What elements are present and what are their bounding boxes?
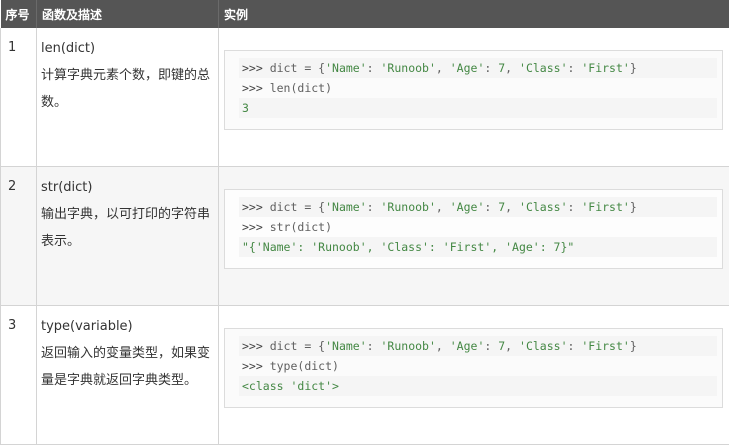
table-header-row: 序号 函数及描述 实例: [1, 0, 729, 28]
header-description: 函数及描述: [37, 0, 219, 28]
function-name: str(dict): [41, 179, 214, 197]
header-index: 序号: [1, 0, 37, 28]
table-row: 2 str(dict) 输出字典，以可打印的字符串表示。 >>> dict = …: [1, 167, 729, 306]
code-line: >>> dict = {'Name': 'Runoob', 'Age': 7, …: [239, 336, 717, 356]
code-output: "{'Name': 'Runoob', 'Class': 'First', 'A…: [239, 237, 717, 257]
row-description-cell: str(dict) 输出字典，以可打印的字符串表示。: [37, 167, 219, 306]
row-index: 3: [1, 306, 37, 445]
row-example-cell: >>> dict = {'Name': 'Runoob', 'Age': 7, …: [219, 28, 729, 167]
code-line: >>> dict = {'Name': 'Runoob', 'Age': 7, …: [239, 58, 717, 78]
code-block[interactable]: >>> dict = {'Name': 'Runoob', 'Age': 7, …: [224, 50, 723, 130]
code-line: >>> dict = {'Name': 'Runoob', 'Age': 7, …: [239, 197, 717, 217]
code-line: >>> str(dict): [242, 217, 722, 237]
table-row: 1 len(dict) 计算字典元素个数，即键的总数。 >>> dict = {…: [1, 28, 729, 167]
code-output: <class 'dict'>: [239, 376, 717, 396]
row-example-cell: >>> dict = {'Name': 'Runoob', 'Age': 7, …: [219, 167, 729, 306]
table-row: 3 type(variable) 返回输入的变量类型，如果变量是字典就返回字典类…: [1, 306, 729, 445]
header-example: 实例: [219, 0, 729, 28]
code-block[interactable]: >>> dict = {'Name': 'Runoob', 'Age': 7, …: [224, 328, 723, 408]
code-block[interactable]: >>> dict = {'Name': 'Runoob', 'Age': 7, …: [224, 189, 723, 269]
function-name: len(dict): [41, 40, 214, 58]
row-index: 1: [1, 28, 37, 167]
function-description: 返回输入的变量类型，如果变量是字典就返回字典类型。: [41, 346, 210, 388]
row-description-cell: type(variable) 返回输入的变量类型，如果变量是字典就返回字典类型。: [37, 306, 219, 445]
function-name: type(variable): [41, 318, 214, 336]
row-description-cell: len(dict) 计算字典元素个数，即键的总数。: [37, 28, 219, 167]
function-description: 输出字典，以可打印的字符串表示。: [41, 207, 210, 249]
row-index: 2: [1, 167, 37, 306]
code-line: >>> len(dict): [242, 78, 722, 98]
code-line: >>> type(dict): [242, 356, 722, 376]
dict-functions-table: 序号 函数及描述 实例 1 len(dict) 计算字典元素个数，即键的总数。 …: [0, 0, 729, 445]
row-example-cell: >>> dict = {'Name': 'Runoob', 'Age': 7, …: [219, 306, 729, 445]
code-output: 3: [239, 98, 717, 118]
function-description: 计算字典元素个数，即键的总数。: [41, 68, 210, 110]
